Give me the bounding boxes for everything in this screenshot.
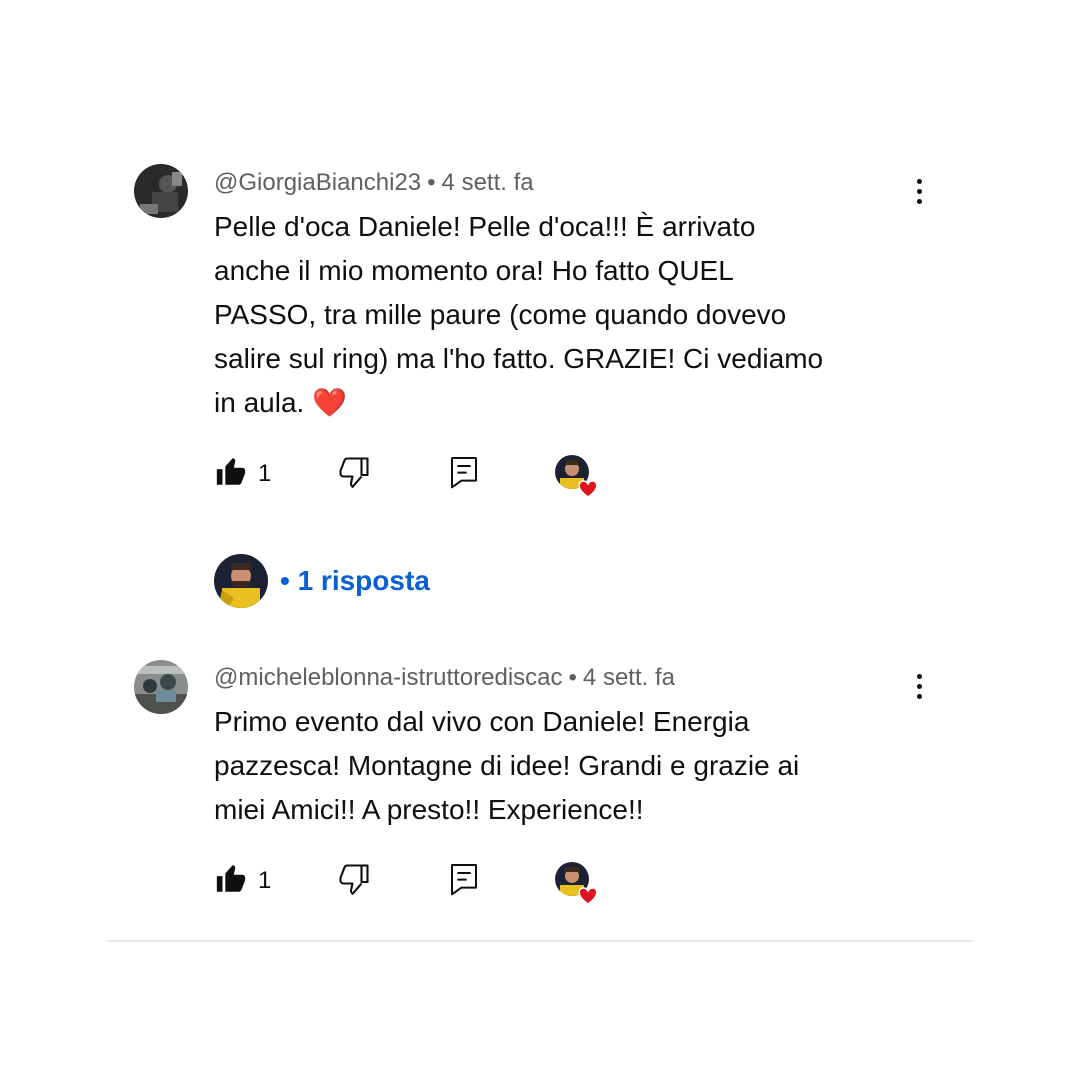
meta-separator: • bbox=[568, 664, 577, 691]
like-button[interactable]: 1 bbox=[214, 454, 271, 494]
vertical-dots-icon bbox=[916, 673, 922, 679]
reply-button[interactable] bbox=[448, 861, 480, 901]
view-replies-button[interactable]: • 1 risposta bbox=[214, 553, 430, 609]
reply-button[interactable] bbox=[448, 454, 480, 494]
author-name[interactable]: @GiorgiaBianchi23 bbox=[214, 169, 421, 196]
comment-reply-icon bbox=[448, 454, 480, 495]
creator-heart-badge bbox=[554, 861, 600, 905]
comment-text: Pelle d'oca Daniele! Pelle d'oca!!! È ar… bbox=[214, 211, 824, 418]
creator-heart-icon bbox=[578, 887, 598, 905]
comment-meta: @GiorgiaBianchi23 • 4 sett. fa bbox=[214, 168, 534, 198]
comment-actions: 1 bbox=[214, 454, 634, 498]
thumbs-up-filled-icon bbox=[214, 862, 248, 901]
comment-text: Primo evento dal vivo con Daniele! Energ… bbox=[214, 706, 800, 825]
thumbs-down-outline-icon bbox=[336, 861, 372, 902]
creator-heart-icon bbox=[578, 480, 598, 498]
replier-avatar bbox=[214, 554, 268, 608]
like-count: 1 bbox=[258, 867, 272, 894]
comment-reply-icon bbox=[448, 861, 480, 902]
dislike-button[interactable] bbox=[336, 454, 372, 494]
like-count: 1 bbox=[258, 460, 272, 487]
replies-count-label[interactable]: • 1 risposta bbox=[280, 565, 430, 597]
meta-separator: • bbox=[427, 169, 436, 196]
dislike-button[interactable] bbox=[336, 861, 372, 901]
like-button[interactable]: 1 bbox=[214, 861, 271, 901]
section-divider bbox=[108, 940, 972, 942]
comment-meta: @micheleblonna-istruttorediscac • 4 sett. … bbox=[214, 663, 675, 693]
creator-heart-badge bbox=[554, 454, 600, 498]
author-avatar[interactable] bbox=[134, 164, 188, 218]
thumbs-down-outline-icon bbox=[336, 454, 372, 495]
thumbs-up-filled-icon bbox=[214, 455, 248, 494]
vertical-dots-icon bbox=[916, 178, 922, 184]
author-avatar[interactable] bbox=[134, 660, 188, 714]
author-name[interactable]: @micheleblonna-istruttorediscac bbox=[214, 664, 563, 691]
comment-time[interactable]: 4 sett. fa bbox=[583, 664, 675, 691]
comment-time[interactable]: 4 sett. fa bbox=[442, 169, 534, 196]
comment-actions: 1 bbox=[214, 861, 634, 905]
